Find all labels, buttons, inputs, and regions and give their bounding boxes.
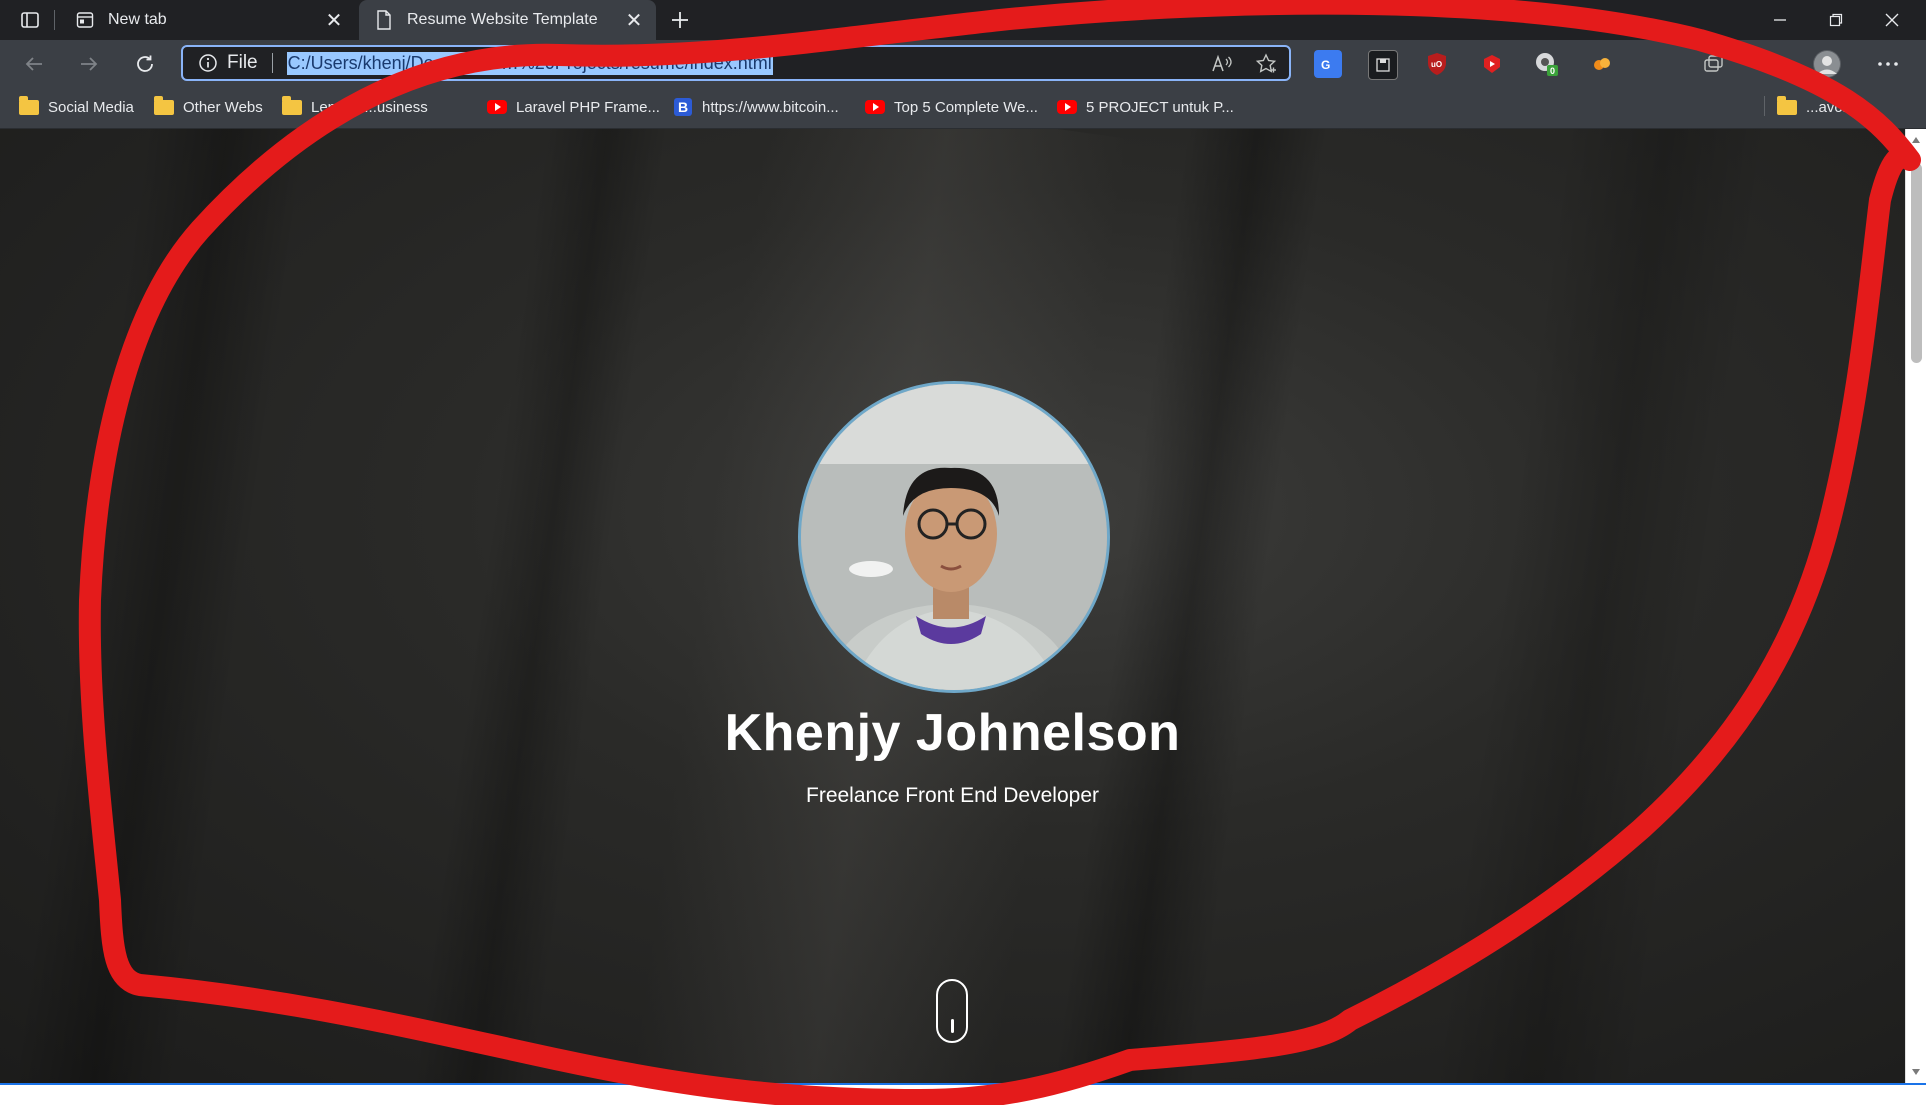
folder-icon	[1776, 95, 1798, 118]
youtube-icon	[486, 96, 508, 118]
bookmark-separator	[1764, 96, 1765, 116]
tab-strip: New tab ✕ Resume Website Template ✕	[0, 0, 1926, 40]
background-texture	[410, 129, 670, 1083]
site-info-icon[interactable]	[197, 52, 219, 74]
bookmark-other-webs[interactable]: Other Webs	[153, 94, 263, 120]
hero-name: Khenjy Johnelson	[724, 704, 1181, 762]
scrollbar-thumb[interactable]	[1911, 163, 1922, 363]
bookmark-label: Top 5 Complete We...	[894, 98, 1038, 116]
address-bar[interactable]: File C:/Users/khenj/Docume… …%20Projects…	[181, 45, 1291, 81]
back-arrow-icon[interactable]	[16, 46, 52, 82]
restore-icon[interactable]	[1808, 0, 1864, 40]
page-scrollbar[interactable]	[1905, 129, 1926, 1083]
reload-icon[interactable]	[127, 46, 163, 82]
new-tab-button[interactable]	[664, 4, 696, 36]
scheme-label: File	[227, 52, 258, 73]
read-aloud-icon[interactable]	[1209, 51, 1235, 77]
tab-resume-website-template[interactable]: Resume Website Template ✕	[359, 0, 656, 40]
translate-extension-icon[interactable]: G	[1314, 50, 1342, 78]
bookmark-label: 5 PROJECT untuk P...	[1086, 98, 1234, 116]
scheme-divider	[271, 53, 273, 73]
save-extension-icon[interactable]	[1368, 50, 1398, 80]
scroll-down-mouse-icon[interactable]	[936, 979, 968, 1043]
bookmarks-bar: Social Media Other Webs Lenovo ...usines…	[0, 86, 1926, 129]
extension-badge: 0	[1550, 66, 1555, 76]
youtube-icon	[1056, 96, 1078, 118]
background-texture	[1431, 129, 1769, 1083]
bookmark-5-project[interactable]: 5 PROJECT untuk P...	[1056, 94, 1234, 120]
svg-text:uO: uO	[1431, 60, 1442, 69]
bookmark-lenovo-business[interactable]: Lenovo ...usiness	[281, 94, 428, 120]
bookmark-laravel[interactable]: Laravel PHP Frame...	[486, 94, 660, 120]
b-site-icon: B	[672, 96, 694, 118]
document-icon	[373, 9, 395, 31]
background-texture	[11, 129, 309, 1083]
scroll-down-icon[interactable]	[1912, 1069, 1920, 1075]
bookmark-label: Laravel PHP Frame...	[516, 98, 660, 116]
bookmark-top-5[interactable]: Top 5 Complete We...	[864, 94, 1038, 120]
download-icon[interactable]	[1758, 50, 1786, 78]
folder-icon	[18, 95, 40, 118]
url-text[interactable]: C:/Users/khenj/Docume… …%20Projects/resu…	[286, 51, 773, 75]
tab-title: Resume Website Template	[407, 11, 598, 28]
profile-avatar[interactable]	[1813, 50, 1841, 78]
minimize-icon[interactable]	[1752, 0, 1808, 40]
close-window-icon[interactable]	[1864, 0, 1920, 40]
close-tab-icon[interactable]: ✕	[620, 6, 648, 34]
new-tab-page-icon	[74, 9, 96, 31]
address-bar-actions	[1209, 51, 1279, 77]
tab-separator	[54, 10, 55, 30]
monitor-extension-icon[interactable]: 0	[1533, 50, 1561, 78]
svg-text:G: G	[1321, 58, 1330, 72]
bookmark-bitcoin[interactable]: B https://www.bitcoin...	[672, 94, 839, 120]
orange-extension-icon[interactable]	[1588, 50, 1616, 78]
scroll-up-icon[interactable]	[1912, 137, 1920, 143]
bookmark-label: Social Media	[48, 98, 134, 116]
bookmark-label: ...avorites	[1806, 98, 1872, 116]
tab-title: New tab	[108, 11, 167, 28]
tab-actions-icon[interactable]	[14, 8, 46, 32]
more-options-icon[interactable]	[1874, 50, 1902, 78]
bookmark-other-favorites[interactable]: ...avorites	[1776, 94, 1871, 120]
add-favorite-icon[interactable]	[1253, 51, 1279, 77]
close-tab-icon[interactable]: ✕	[320, 6, 348, 34]
hero-subtitle: Freelance Front End Developer	[806, 784, 1099, 807]
profile-photo	[798, 381, 1110, 693]
collections-icon[interactable]	[1700, 50, 1728, 78]
page-below-hero	[0, 1083, 1926, 1107]
bookmark-label: https://www.bitcoin...	[702, 98, 839, 116]
tab-new-tab[interactable]: New tab ✕	[60, 0, 356, 40]
folder-icon	[153, 95, 175, 118]
browser-toolbar: File C:/Users/khenj/Docume… …%20Projects…	[0, 40, 1926, 86]
youtube-extension-icon[interactable]	[1478, 50, 1506, 78]
bookmark-social-media[interactable]: Social Media	[18, 94, 134, 120]
folder-icon	[281, 95, 303, 118]
ublock-extension-icon[interactable]: uO	[1423, 50, 1451, 78]
bookmark-label: Other Webs	[183, 98, 263, 116]
forward-arrow-icon[interactable]	[71, 46, 107, 82]
bookmark-label: Lenovo ...usiness	[311, 98, 428, 116]
youtube-icon	[864, 96, 886, 118]
